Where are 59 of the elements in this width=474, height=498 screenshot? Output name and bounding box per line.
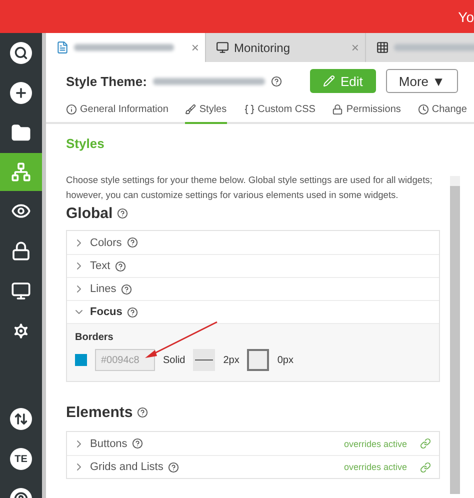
tab[interactable]: × bbox=[46, 33, 206, 62]
help-icon[interactable] bbox=[115, 260, 126, 272]
help-icon[interactable] bbox=[116, 208, 128, 219]
info-icon bbox=[66, 104, 77, 114]
help-icon[interactable] bbox=[132, 438, 144, 449]
pencil-icon bbox=[323, 75, 336, 87]
help-icon[interactable] bbox=[121, 284, 132, 294]
braces-icon bbox=[244, 104, 255, 114]
banner-text: Yo bbox=[458, 8, 474, 24]
hierarchy-icon bbox=[11, 162, 31, 182]
search-icon bbox=[14, 46, 28, 60]
status-text: overrides active bbox=[344, 438, 407, 448]
monitor-icon bbox=[11, 281, 31, 301]
radius-box-icon[interactable] bbox=[247, 349, 270, 371]
plus-icon bbox=[14, 86, 28, 100]
settings-icon bbox=[11, 321, 31, 341]
color-swatch[interactable] bbox=[75, 354, 87, 366]
border-style: Solid bbox=[163, 354, 186, 366]
monitor-icon bbox=[216, 41, 229, 54]
line-style-icon[interactable] bbox=[193, 349, 216, 371]
brush-icon bbox=[185, 104, 196, 114]
accordion-row[interactable]: Grids and Lists overrides active bbox=[67, 455, 439, 478]
borders-label: Borders bbox=[75, 332, 114, 343]
section-title: Styles bbox=[66, 136, 106, 151]
help-icon[interactable] bbox=[126, 237, 138, 248]
lock-icon bbox=[11, 241, 31, 261]
tab[interactable]: Change bbox=[418, 96, 467, 124]
tab[interactable]: Monitoring × bbox=[206, 33, 366, 62]
more-button[interactable]: More ▼ bbox=[386, 69, 458, 93]
link-icon[interactable] bbox=[420, 438, 431, 449]
tab[interactable]: Styles bbox=[185, 96, 227, 124]
global-heading: Global bbox=[66, 205, 113, 222]
scrollbar[interactable] bbox=[450, 176, 460, 494]
link-icon[interactable] bbox=[420, 462, 431, 472]
accordion-row[interactable]: Buttons overrides active bbox=[67, 432, 439, 455]
avatar[interactable]: TE bbox=[10, 448, 32, 470]
folder-icon bbox=[11, 123, 31, 143]
grid-icon bbox=[376, 41, 389, 54]
border-radius: 0px bbox=[277, 354, 294, 366]
elements-heading: Elements bbox=[66, 404, 133, 421]
accordion-row[interactable]: Colors bbox=[67, 231, 439, 254]
help-icon[interactable] bbox=[127, 306, 138, 318]
close-icon[interactable]: × bbox=[191, 40, 199, 55]
help-icon[interactable] bbox=[270, 76, 282, 86]
help-icon[interactable] bbox=[136, 407, 148, 418]
tab[interactable]: Custom CSS bbox=[244, 96, 316, 124]
document-icon bbox=[56, 41, 69, 54]
page-title: Style Theme: bbox=[66, 74, 147, 88]
help-icon[interactable] bbox=[168, 462, 180, 472]
description: Choose style settings for your theme below. Global style settings are used for all widgets; however, you can customize settings for various elements used in some widgets. bbox=[66, 174, 434, 202]
clock-icon bbox=[418, 104, 429, 114]
lock-icon bbox=[332, 104, 344, 114]
swap-icon bbox=[14, 412, 28, 426]
tab[interactable]: Permissions bbox=[332, 96, 401, 124]
tab[interactable]: General Information bbox=[66, 96, 168, 124]
status-text: overrides active bbox=[344, 462, 407, 472]
accordion-row[interactable]: Text bbox=[67, 254, 439, 277]
border-width: 2px bbox=[223, 354, 240, 366]
accordion-row[interactable]: Lines bbox=[67, 277, 439, 300]
